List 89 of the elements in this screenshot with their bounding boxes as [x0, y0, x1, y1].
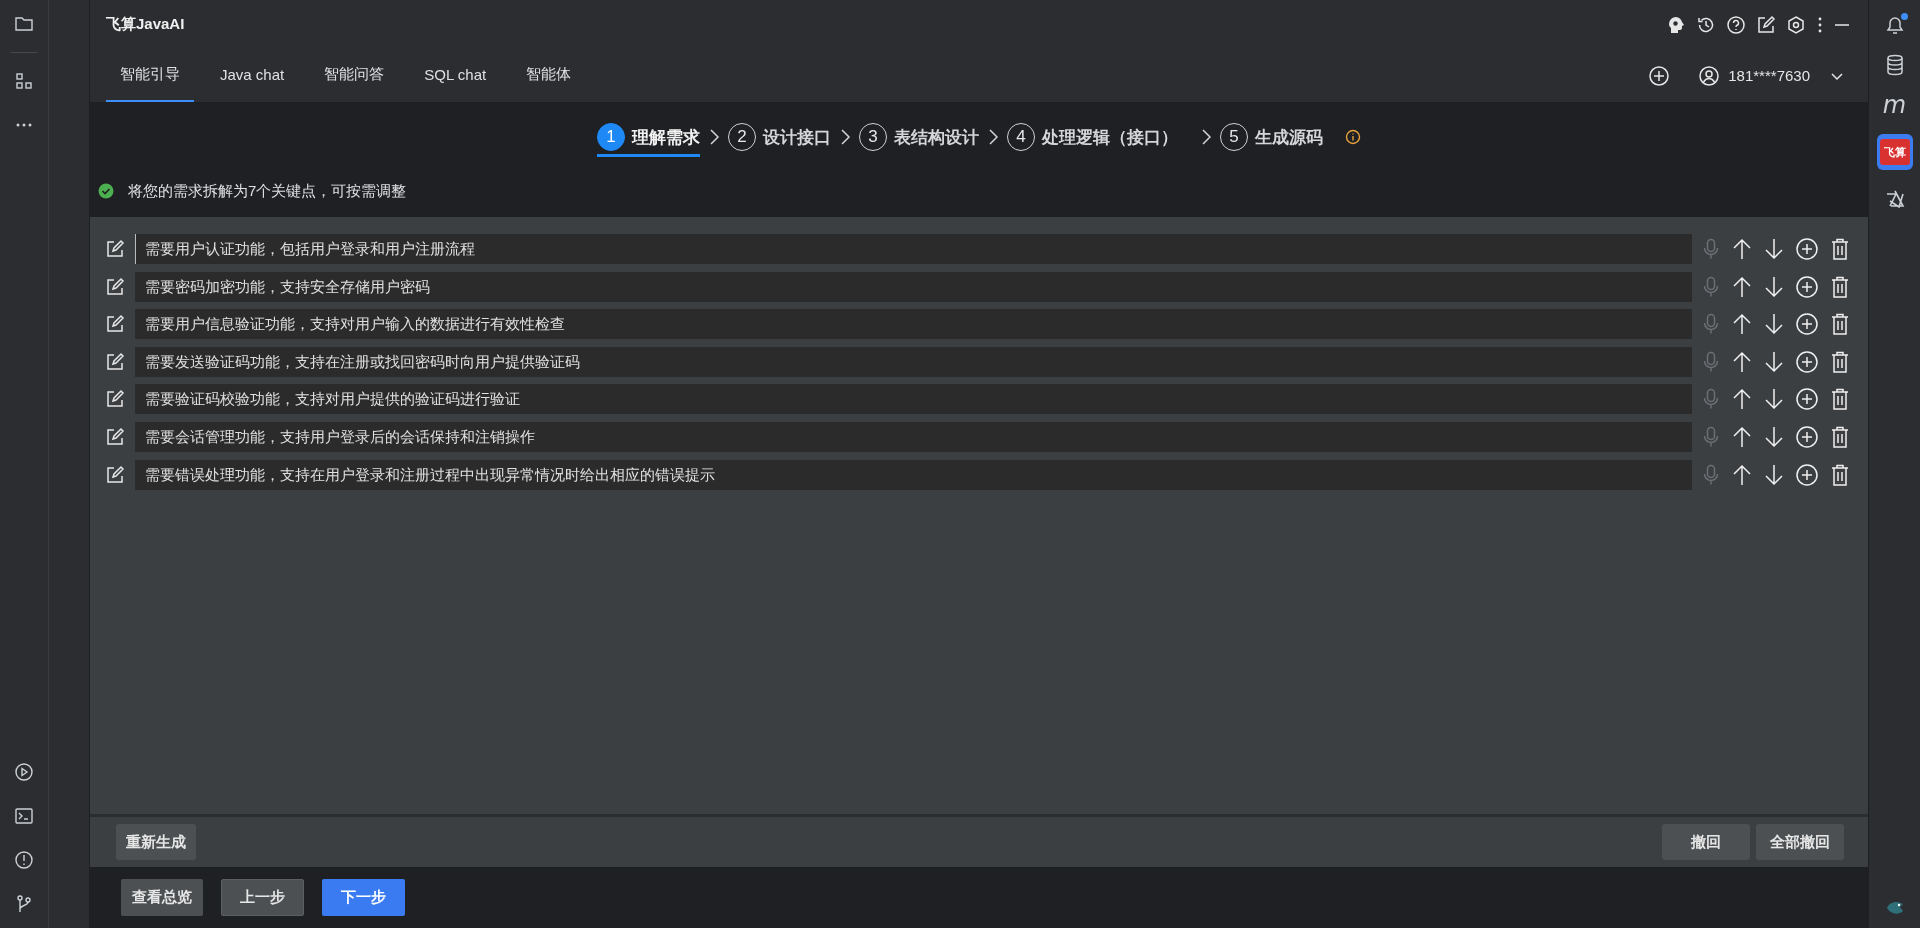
requirement-field[interactable]: 需要验证码校验功能，支持对用户提供的验证码进行验证 — [135, 384, 1692, 415]
arrow-up-icon[interactable] — [1732, 313, 1752, 336]
step-label: 处理逻辑（接口） — [1042, 126, 1178, 149]
edit-icon[interactable] — [105, 389, 125, 410]
tab[interactable]: SQL chat — [410, 49, 501, 102]
requirement-field[interactable]: 需要会话管理功能，支持用户登录后的会话保持和注销操作 — [135, 421, 1692, 452]
trash-icon[interactable] — [1830, 388, 1850, 411]
structure-icon[interactable] — [14, 71, 34, 91]
arrow-down-icon[interactable] — [1764, 425, 1784, 448]
step-number: 1 — [597, 123, 625, 151]
step-label: 表结构设计 — [894, 126, 979, 149]
requirement-field[interactable]: 需要用户信息验证功能，支持对用户输入的数据进行有效性检查 — [135, 309, 1692, 340]
arrow-down-icon[interactable] — [1764, 238, 1784, 260]
trash-icon[interactable] — [1830, 350, 1850, 373]
footer-button[interactable]: 上一步 — [221, 879, 304, 916]
notice-text: 将您的需求拆解为7个关键点，可按需调整 — [128, 181, 407, 201]
database-icon[interactable] — [1884, 54, 1905, 76]
edit-icon[interactable] — [105, 276, 125, 297]
arrow-down-icon[interactable] — [1764, 463, 1784, 486]
requirement-field[interactable]: 需要密码加密功能，支持安全存储用户密码 — [135, 271, 1692, 302]
m-label[interactable]: m — [1882, 94, 1907, 116]
tab[interactable]: Java chat — [206, 49, 299, 102]
account-phone: 181****7630 — [1728, 67, 1810, 84]
undo-button[interactable]: 撤回 — [1662, 824, 1750, 860]
arrow-up-icon[interactable] — [1732, 388, 1752, 411]
app-title: 飞算JavaAI — [106, 15, 185, 34]
arrow-down-icon[interactable] — [1764, 388, 1784, 411]
help-icon[interactable] — [1726, 14, 1746, 35]
edit-icon[interactable] — [105, 314, 125, 335]
branch-icon[interactable] — [14, 894, 34, 914]
step-label: 理解需求 — [632, 126, 700, 149]
step-tab[interactable]: 2 设计接口 — [728, 117, 831, 157]
trash-icon[interactable] — [1830, 425, 1850, 448]
requirement-field[interactable]: 需要发送验证码功能，支持在注册或找回密码时向用户提供验证码 — [135, 346, 1692, 377]
regenerate-button[interactable]: 重新生成 — [116, 824, 196, 860]
edit-icon[interactable] — [105, 239, 125, 259]
account-menu[interactable]: 181****7630 — [1698, 64, 1844, 87]
add-circle-icon[interactable] — [1796, 388, 1818, 411]
step-label: 生成源码 — [1255, 126, 1323, 149]
undo-all-button[interactable]: 全部撤回 — [1756, 824, 1844, 860]
step-tab[interactable]: 4 处理逻辑（接口） — [1007, 117, 1178, 157]
arrow-up-icon[interactable] — [1732, 275, 1752, 298]
folder-icon[interactable] — [14, 14, 34, 34]
head-gear-icon[interactable] — [1666, 14, 1686, 35]
edit-icon[interactable] — [105, 464, 125, 485]
add-circle-icon[interactable] — [1796, 275, 1818, 298]
chevron-right-icon — [1200, 127, 1212, 147]
add-circle-icon[interactable] — [1796, 313, 1818, 336]
add-circle-icon[interactable] — [1648, 64, 1671, 87]
arrow-up-icon[interactable] — [1732, 463, 1752, 486]
info-icon[interactable] — [1345, 129, 1361, 145]
add-circle-icon[interactable] — [1796, 350, 1818, 373]
add-circle-icon[interactable] — [1796, 463, 1818, 486]
arrow-up-icon[interactable] — [1732, 350, 1752, 373]
step-label: 设计接口 — [763, 126, 831, 149]
arrow-up-icon[interactable] — [1732, 238, 1752, 260]
footer-button[interactable]: 查看总览 — [121, 879, 203, 916]
terminal-icon[interactable] — [14, 806, 34, 826]
step-tab[interactable]: 5 生成源码 — [1220, 117, 1323, 157]
trash-icon[interactable] — [1830, 275, 1850, 298]
trash-icon[interactable] — [1830, 313, 1850, 336]
chevron-right-icon — [987, 127, 999, 147]
requirement-field[interactable]: 需要用户认证功能，包括用户登录和用户注册流程 — [135, 234, 1692, 264]
edit-icon[interactable] — [1756, 14, 1776, 35]
edit-icon[interactable] — [105, 426, 125, 447]
chevron-right-icon — [708, 127, 720, 147]
trash-icon[interactable] — [1830, 463, 1850, 486]
arrow-up-icon[interactable] — [1732, 425, 1752, 448]
tab[interactable]: 智能引导 — [106, 49, 194, 102]
edit-icon[interactable] — [105, 351, 125, 372]
tab[interactable]: 智能问答 — [310, 49, 399, 102]
arrow-down-icon[interactable] — [1764, 350, 1784, 373]
check-circle-icon — [98, 183, 114, 199]
trash-icon[interactable] — [1830, 238, 1850, 260]
warning-icon[interactable] — [14, 850, 34, 870]
add-circle-icon[interactable] — [1796, 425, 1818, 448]
more-vertical-icon[interactable] — [1816, 15, 1824, 34]
settings-icon[interactable] — [1786, 14, 1806, 35]
tab[interactable]: 智能体 — [512, 49, 586, 102]
user-icon — [1698, 64, 1721, 87]
step-tab[interactable]: 3 表结构设计 — [859, 117, 979, 157]
arrow-down-icon[interactable] — [1764, 313, 1784, 336]
add-circle-icon[interactable] — [1796, 238, 1818, 260]
run-icon[interactable] — [14, 762, 34, 782]
footer-button[interactable]: 下一步 — [322, 879, 405, 916]
requirement-field[interactable]: 需要错误处理功能，支持在用户登录和注册过程中出现异常情况时给出相应的错误提示 — [135, 459, 1692, 490]
step-tab[interactable]: 1 理解需求 — [597, 117, 700, 157]
chevron-right-icon — [839, 127, 851, 147]
arrow-down-icon[interactable] — [1764, 275, 1784, 298]
